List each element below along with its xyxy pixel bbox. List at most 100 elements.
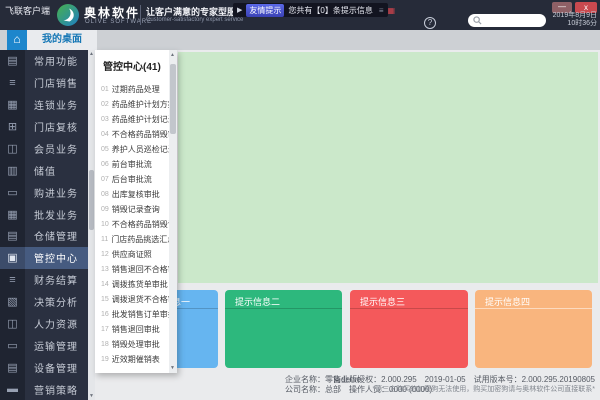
- flyout-item-label: 销毁处理审批: [112, 339, 160, 350]
- card-divider: [475, 308, 592, 309]
- flyout-item-number: 15: [101, 296, 109, 303]
- scroll-up-icon[interactable]: ▲: [88, 51, 95, 57]
- sidebar-item-14[interactable]: ▤设备管理: [0, 356, 88, 378]
- flyout-item-09[interactable]: 09销毁记录查询: [95, 202, 169, 217]
- flyout-title: 管控中心(41): [103, 58, 161, 73]
- help-icon[interactable]: ?: [424, 17, 436, 29]
- sidebar-item-6[interactable]: ▭购进业务: [0, 181, 88, 203]
- flyout-item-label: 养护人员巡检记录: [112, 144, 169, 155]
- flyout-item-number: 11: [101, 236, 108, 243]
- flyout-item-04[interactable]: 04不合格药品销毁审批表: [95, 127, 169, 142]
- sidebar-item-4[interactable]: ◫会员业务: [0, 138, 88, 160]
- flyout-item-03[interactable]: 03药品维护计划记录: [95, 112, 169, 127]
- flyout-item-08[interactable]: 08出库复核审批: [95, 187, 169, 202]
- sidebar-scrollbar[interactable]: ▲ ▼: [88, 50, 95, 400]
- card-title: 提示信息二: [235, 295, 280, 308]
- sidebar-item-label: 设备管理: [25, 356, 88, 378]
- info-card-4[interactable]: 提示信息四: [475, 290, 592, 368]
- scrollbar-thumb[interactable]: [89, 170, 94, 230]
- sidebar-item-2[interactable]: ▦连锁业务: [0, 94, 88, 116]
- scrollbar-thumb[interactable]: [170, 64, 176, 134]
- card-divider: [225, 308, 342, 309]
- sidebar-item-12[interactable]: ◫人力资源: [0, 313, 88, 335]
- date-text: 2019年8月9日: [553, 12, 597, 20]
- brand-logo-icon: [56, 3, 80, 27]
- flyout-item-number: 17: [101, 326, 109, 333]
- flyout-item-label: 药品维护计划记录: [112, 114, 169, 125]
- sidebar-item-label: 仓储管理: [25, 225, 88, 247]
- flyout-item-number: 10: [101, 221, 109, 228]
- flyout-item-label: 销售退回不合格审批: [112, 264, 169, 275]
- flyout-item-number: 12: [101, 251, 109, 258]
- sidebar-item-label: 决策分析: [25, 291, 88, 313]
- search-input[interactable]: [482, 15, 546, 26]
- flyout-item-label: 门店药品挑选汇总: [111, 234, 169, 245]
- flyout-item-15[interactable]: 15调拨退货不合格审批: [95, 292, 169, 307]
- tab-my-desktop[interactable]: 我的桌面: [27, 30, 97, 50]
- sidebar-item-11[interactable]: ▧决策分析: [0, 291, 88, 313]
- flyout-item-02[interactable]: 02药品维护计划方案: [95, 97, 169, 112]
- flyout-item-label: 销售退回审批: [112, 324, 160, 335]
- sidebar-item-7[interactable]: ▦批发业务: [0, 203, 88, 225]
- flyout-item-12[interactable]: 12供应商证照: [95, 247, 169, 262]
- flyout-item-number: 14: [101, 281, 109, 288]
- sidebar-item-label: 财务结算: [25, 269, 88, 291]
- notice-menu-icon[interactable]: ≡: [379, 6, 384, 15]
- flyout-item-17[interactable]: 17销售退回审批: [95, 322, 169, 337]
- flyout-item-07[interactable]: 07后台审批流: [95, 172, 169, 187]
- search-box[interactable]: [468, 14, 546, 27]
- flyout-item-label: 药品维护计划方案: [112, 99, 169, 110]
- info-card-3[interactable]: 提示信息三: [350, 290, 468, 368]
- flyout-item-label: 销毁记录查询: [112, 204, 160, 215]
- flyout-item-16[interactable]: 16批发销售订单审批: [95, 307, 169, 322]
- sidebar-item-8[interactable]: ▤仓储管理: [0, 225, 88, 247]
- sidebar-item-9[interactable]: ▣管控中心: [0, 247, 88, 269]
- flyout-item-10[interactable]: 10不合格药品销毁记录: [95, 217, 169, 232]
- flyout-item-number: 05: [101, 146, 109, 153]
- flyout-item-label: 不合格药品销毁审批表: [112, 129, 169, 140]
- notice-text: 您共有【0】条提示信息: [288, 5, 372, 16]
- flyout-item-label: 过期药品处理: [112, 84, 160, 95]
- sidebar-item-label: 人力资源: [25, 313, 88, 335]
- play-icon[interactable]: ▶: [237, 6, 242, 14]
- sidebar-item-icon: ⊞: [0, 116, 25, 138]
- flyout-item-18[interactable]: 18销毁处理审批: [95, 337, 169, 352]
- top-bar: 飞联客户端 奥林软件 OLIVE SOFTWARE 让客户满意的专家型服务 Cu…: [0, 0, 600, 30]
- flyout-item-13[interactable]: 13销售退回不合格审批: [95, 262, 169, 277]
- sidebar-item-icon: ◫: [0, 313, 25, 335]
- scroll-up-icon[interactable]: ▲: [169, 52, 176, 58]
- notice-grid-icon[interactable]: ▦: [388, 6, 396, 15]
- sidebar-item-0[interactable]: ▤常用功能: [0, 50, 88, 72]
- scroll-down-icon[interactable]: ▼: [169, 365, 176, 371]
- flyout-item-label: 调拨退货不合格审批: [112, 294, 169, 305]
- app-window: 飞联客户端 奥林软件 OLIVE SOFTWARE 让客户满意的专家型服务 Cu…: [0, 0, 600, 400]
- sidebar-item-10[interactable]: ≡财务结算: [0, 269, 88, 291]
- flyout-item-01[interactable]: 01过期药品处理: [95, 82, 169, 97]
- notification-ticker[interactable]: ▶ 友情提示 您共有【0】条提示信息 ≡ ▦: [233, 3, 388, 17]
- flyout-scrollbar[interactable]: ▲ ▼: [169, 50, 177, 373]
- sidebar-item-label: 储值: [25, 159, 88, 181]
- sidebar-item-5[interactable]: ▥储值: [0, 159, 88, 181]
- flyout-item-19[interactable]: 19近效期催销表: [95, 352, 169, 367]
- license-info: 商业版授权：2.000.295 2019-01-05 试用版本号：2.000.2…: [333, 375, 595, 385]
- status-license-block: 商业版授权：2.000.295 2019-01-05 试用版本号：2.000.2…: [333, 375, 595, 395]
- sidebar-item-13[interactable]: ▭运输管理: [0, 334, 88, 356]
- sidebar-item-label: 运输管理: [25, 334, 88, 356]
- card-divider: [350, 308, 468, 309]
- sidebar-item-15[interactable]: ▬营销策略: [0, 378, 88, 400]
- flyout-item-number: 09: [101, 206, 109, 213]
- flyout-item-14[interactable]: 14调拨拣货单审批: [95, 277, 169, 292]
- flyout-item-label: 批发销售订单审批: [112, 309, 169, 320]
- flyout-item-label: 出库复核审批: [112, 189, 160, 200]
- sidebar-item-label: 营销策略: [25, 378, 88, 400]
- home-tab-icon[interactable]: ⌂: [7, 30, 27, 50]
- sidebar-item-3[interactable]: ⊞门店复核: [0, 116, 88, 138]
- flyout-item-06[interactable]: 06前台审批流: [95, 157, 169, 172]
- sidebar-item-icon: ▭: [0, 181, 25, 203]
- sidebar-item-1[interactable]: ≡门店销售: [0, 72, 88, 94]
- flyout-item-05[interactable]: 05养护人员巡检记录: [95, 142, 169, 157]
- flyout-item-11[interactable]: 11门店药品挑选汇总: [95, 232, 169, 247]
- info-card-2[interactable]: 提示信息二: [225, 290, 342, 368]
- sidebar: ▤常用功能≡门店销售▦连锁业务⊞门店复核◫会员业务▥储值▭购进业务▦批发业务▤仓…: [0, 50, 88, 400]
- scroll-down-icon[interactable]: ▼: [88, 393, 95, 399]
